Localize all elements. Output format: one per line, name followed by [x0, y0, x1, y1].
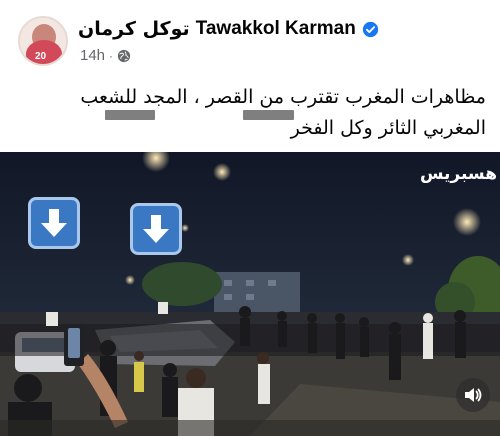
meta-separator: · [109, 48, 114, 63]
globe-icon [117, 49, 131, 62]
verified-badge-icon [362, 21, 378, 37]
redaction-bar [243, 110, 294, 120]
down-arrow-icon [130, 203, 182, 255]
volume-button[interactable] [456, 378, 490, 412]
video-frame [0, 152, 500, 436]
down-arrow-icon [28, 197, 80, 249]
post-header: 20 توكل كرمان Tawakkol Karman 14h · [0, 0, 500, 80]
post-meta: 14h · [80, 47, 131, 64]
avatar-badge: 20 [35, 51, 47, 62]
author-avatar[interactable]: 20 [18, 16, 68, 66]
video-watermark: هسبريس [420, 164, 498, 184]
author-name-arabic[interactable]: توكل كرمان [78, 18, 190, 40]
redaction-bar [105, 110, 155, 120]
video-player[interactable]: هسبريس [0, 152, 500, 436]
author-name-row: توكل كرمان Tawakkol Karman [78, 16, 379, 42]
author-name[interactable]: Tawakkol Karman [196, 18, 356, 40]
post-timestamp[interactable]: 14h [80, 47, 105, 64]
volume-icon [465, 388, 482, 402]
